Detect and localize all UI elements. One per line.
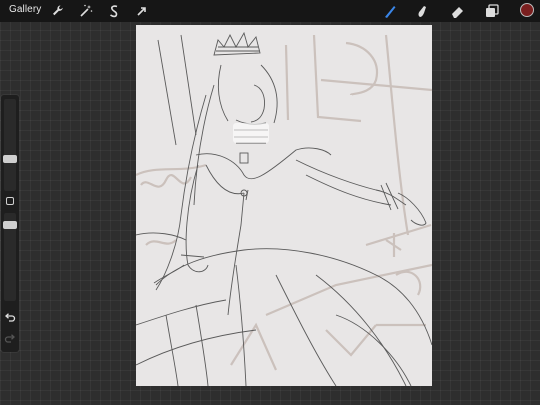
brush-size-slider[interactable] [4, 99, 16, 191]
color-swatch[interactable] [520, 3, 534, 17]
magic-wand-icon[interactable] [78, 3, 94, 19]
eraser-icon[interactable] [450, 3, 466, 19]
left-sidebar [1, 95, 19, 352]
selection-s-icon[interactable] [106, 3, 122, 19]
smudge-icon[interactable] [414, 3, 430, 19]
opacity-slider-thumb[interactable] [3, 221, 17, 229]
wrench-icon[interactable] [50, 3, 66, 19]
redo-icon[interactable] [4, 333, 16, 345]
undo-icon[interactable] [4, 312, 16, 324]
gallery-button[interactable]: Gallery [9, 4, 41, 15]
brush-icon[interactable] [382, 3, 398, 19]
modify-button[interactable] [6, 197, 14, 205]
drawing-canvas[interactable] [136, 25, 432, 386]
brush-size-slider-thumb[interactable] [3, 155, 17, 163]
top-toolbar: Gallery [0, 0, 540, 22]
sketch-artwork [136, 31, 432, 386]
layers-icon[interactable] [484, 3, 500, 19]
arrow-cursor-icon[interactable] [134, 3, 150, 19]
